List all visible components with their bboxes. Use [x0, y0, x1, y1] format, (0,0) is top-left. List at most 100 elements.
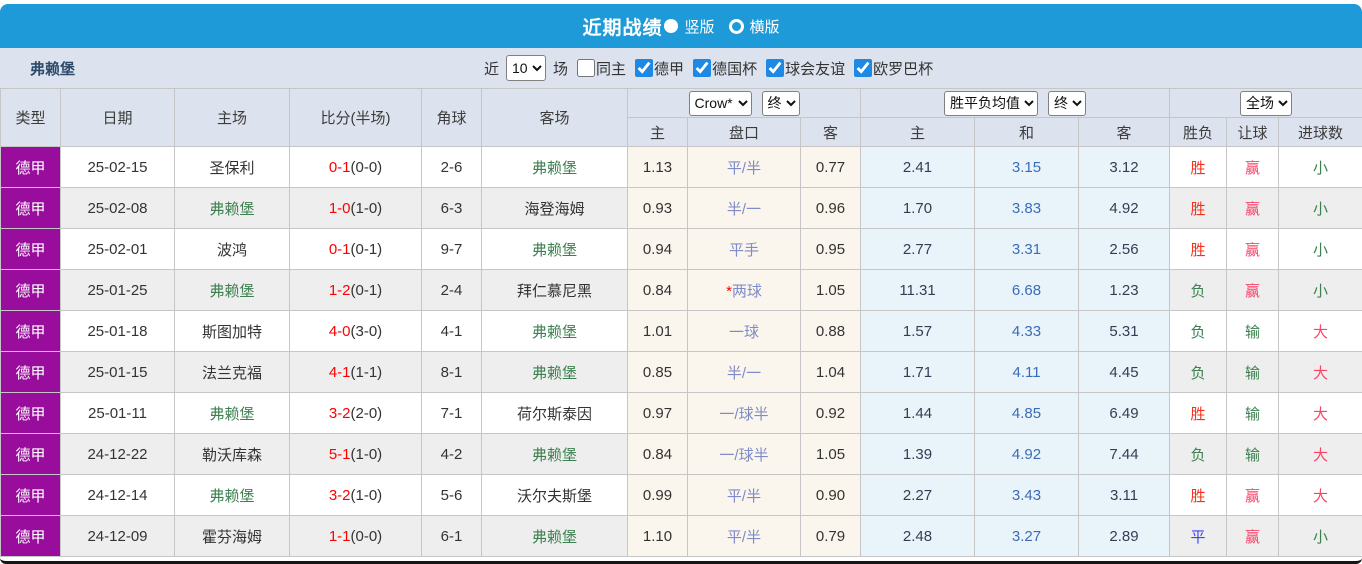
- cell-away-team: 弗赖堡: [481, 146, 628, 188]
- cell-odds-home: 0.85: [627, 351, 688, 393]
- scope-select[interactable]: 全场: [1240, 90, 1293, 116]
- league-label: 德国杯: [712, 60, 758, 78]
- header-goals: 进球数: [1278, 117, 1362, 147]
- cell-odds-home: 0.97: [627, 392, 688, 434]
- half-time-score: (1-0): [350, 445, 383, 463]
- cell-odds-away: 0.96: [799, 187, 862, 229]
- cell-goals: 小: [1278, 146, 1362, 188]
- cell-result: 胜: [1169, 474, 1228, 516]
- cell-handicap: 平/半: [687, 515, 801, 557]
- league-checkbox-europa[interactable]: [854, 59, 873, 77]
- handicap-line: 一球: [728, 323, 759, 341]
- half-time-score: (1-1): [350, 363, 383, 381]
- cell-goals: 小: [1278, 269, 1362, 311]
- same-home-toggle[interactable]: 同主: [571, 58, 626, 79]
- cell-mean-away: 3.12: [1078, 146, 1171, 188]
- cell-corners: 2-6: [421, 146, 482, 188]
- league-toggle-europa[interactable]: 欧罗巴杯: [848, 58, 933, 79]
- header-score: 比分(半场): [289, 88, 422, 147]
- mean-select[interactable]: 胜平负均值: [944, 90, 1039, 116]
- league-checkbox-club-friendly[interactable]: [766, 59, 785, 77]
- cell-score: 3-2(2-0): [289, 392, 422, 434]
- cell-result: 胜: [1169, 146, 1228, 188]
- header-handicap-result: 让球: [1226, 117, 1280, 147]
- cell-goals: 大: [1278, 474, 1362, 516]
- full-time-score: 4-0: [328, 322, 351, 340]
- league-checkbox-bundesliga[interactable]: [635, 59, 654, 77]
- match-row: 德甲 25-01-25 弗赖堡 1-2(0-1) 2-4 拜仁慕尼黑 0.84 …: [0, 269, 1362, 311]
- full-time-score: 3-2: [328, 404, 351, 422]
- cell-away-team: 海登海姆: [481, 187, 628, 229]
- cell-score: 0-1(0-1): [289, 228, 422, 270]
- match-row: 德甲 24-12-14 弗赖堡 3-2(1-0) 5-6 沃尔夫斯堡 0.99 …: [0, 474, 1362, 516]
- league-toggle-club-friendly[interactable]: 球会友谊: [760, 58, 845, 79]
- header-result: 胜负: [1169, 117, 1228, 147]
- league-toggle-dfb-pokal[interactable]: 德国杯: [687, 58, 757, 79]
- cell-mean-draw: 3.31: [974, 228, 1080, 270]
- cell-corners: 4-1: [421, 310, 482, 352]
- recent-results-widget: 近期战绩 竖版 横版 弗赖堡 近 10 场 同主 德甲 德国杯 球会友谊 欧罗巴…: [0, 0, 1362, 564]
- header-type: 类型: [0, 88, 61, 147]
- cell-result: 负: [1169, 269, 1228, 311]
- cell-league: 德甲: [0, 146, 61, 188]
- league-toggle-bundesliga[interactable]: 德甲: [629, 58, 684, 79]
- cell-handicap-result: 赢: [1226, 474, 1280, 516]
- cell-mean-home: 2.48: [860, 515, 976, 557]
- cell-handicap-result: 赢: [1226, 515, 1280, 557]
- cell-handicap: 半/一: [687, 351, 801, 393]
- recent-count-select[interactable]: 10: [506, 55, 547, 81]
- cell-odds-home: 1.13: [627, 146, 688, 188]
- cell-corners: 2-4: [421, 269, 482, 311]
- cell-result: 负: [1169, 310, 1228, 352]
- full-time-score: 1-0: [328, 199, 351, 217]
- horizontal-layout-label[interactable]: 横版: [750, 16, 780, 37]
- same-home-checkbox[interactable]: [577, 59, 596, 77]
- match-row: 德甲 24-12-22 勒沃库森 5-1(1-0) 4-2 弗赖堡 0.84 一…: [0, 433, 1362, 475]
- half-time-score: (0-0): [350, 158, 383, 176]
- cell-mean-draw: 4.85: [974, 392, 1080, 434]
- half-time-score: (0-0): [350, 527, 383, 545]
- vertical-layout-label[interactable]: 竖版: [684, 16, 714, 37]
- league-label: 德甲: [654, 60, 685, 78]
- cell-mean-away: 4.92: [1078, 187, 1171, 229]
- header-home: 主场: [174, 88, 290, 147]
- cell-goals: 小: [1278, 187, 1362, 229]
- mean-final-select[interactable]: 终: [1048, 90, 1087, 116]
- cell-odds-away: 1.04: [799, 351, 862, 393]
- vertical-layout-radio[interactable]: [664, 19, 679, 33]
- header-away: 客场: [481, 88, 628, 147]
- cell-league: 德甲: [0, 228, 61, 270]
- cell-away-team: 荷尔斯泰因: [481, 392, 628, 434]
- cell-league: 德甲: [0, 515, 61, 557]
- cell-away-team: 弗赖堡: [481, 351, 628, 393]
- cell-date: 24-12-14: [60, 474, 175, 516]
- cell-handicap: *两球: [687, 269, 801, 311]
- odds-final-select[interactable]: 终: [761, 90, 800, 116]
- half-time-score: (1-0): [350, 486, 383, 504]
- cell-league: 德甲: [0, 392, 61, 434]
- cell-away-team: 弗赖堡: [481, 310, 628, 352]
- matches-label: 场: [553, 60, 569, 78]
- header-mean-home: 主: [860, 117, 976, 147]
- cell-odds-away: 0.95: [799, 228, 862, 270]
- cell-mean-draw: 3.83: [974, 187, 1080, 229]
- cell-handicap: 一/球半: [687, 392, 801, 434]
- handicap-line: 平手: [728, 241, 759, 259]
- match-row: 德甲 25-01-11 弗赖堡 3-2(2-0) 7-1 荷尔斯泰因 0.97 …: [0, 392, 1362, 434]
- cell-home-team: 斯图加特: [174, 310, 290, 352]
- cell-result: 胜: [1169, 228, 1228, 270]
- horizontal-layout-radio[interactable]: [728, 18, 744, 34]
- cell-goals: 大: [1278, 433, 1362, 475]
- bookmaker-select[interactable]: Crow*: [688, 90, 752, 116]
- cell-league: 德甲: [0, 474, 61, 516]
- match-row: 德甲 25-01-15 法兰克福 4-1(1-1) 8-1 弗赖堡 0.85 半…: [0, 351, 1362, 393]
- header-odds-away: 客: [799, 117, 862, 147]
- odds-group-header: Crow* 终: [626, 88, 862, 118]
- full-time-score: 3-2: [328, 486, 351, 504]
- cell-goals: 大: [1278, 392, 1362, 434]
- cell-away-team: 弗赖堡: [481, 433, 628, 475]
- cell-league: 德甲: [0, 269, 61, 311]
- cell-odds-away: 1.05: [799, 433, 862, 475]
- league-checkbox-dfb-pokal[interactable]: [693, 59, 712, 77]
- cell-mean-home: 11.31: [860, 269, 976, 311]
